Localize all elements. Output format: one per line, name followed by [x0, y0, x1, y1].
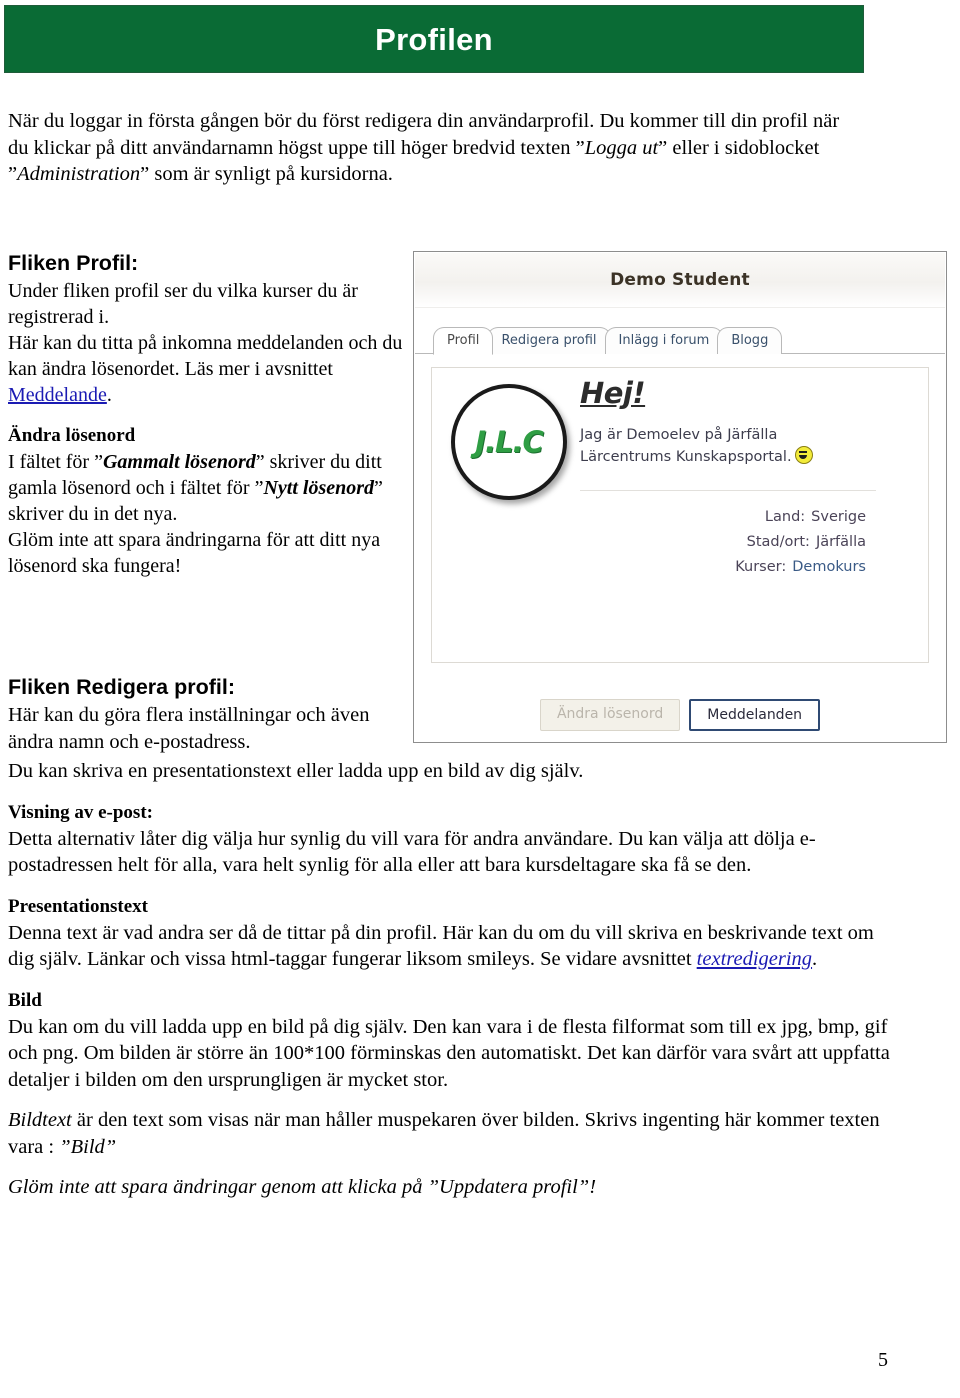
paragraph-visning: Detta alternativ låter dig välja hur syn…	[8, 827, 816, 877]
paragraph-profil-2-end: .	[106, 384, 112, 406]
link-textredigering[interactable]: textredigering	[697, 948, 812, 970]
pw-italic-gammalt: Gammalt lösenord	[102, 451, 256, 473]
profile-card-body: Hej! Jag är Demoelev på Järfälla Lärcent…	[580, 376, 912, 580]
pw-text-a: I fältet för ”	[8, 451, 103, 473]
field-row-land: Land: Sverige	[580, 505, 866, 530]
heading-bild: Bild	[8, 989, 42, 1011]
left-column: Fliken Profil: Under fliken profil ser d…	[8, 248, 406, 579]
paragraph-bildtext: Bildtext är den text som visas när man h…	[8, 1107, 898, 1160]
profile-fields: Land: Sverige Stad/ort: Järfälla Kurser:…	[580, 505, 866, 580]
profile-username: Demo Student	[610, 270, 750, 290]
profile-tab-strip: Profil Redigera profil Inlägg i forum Bl…	[415, 321, 945, 355]
tab-profil[interactable]: Profil	[433, 327, 494, 355]
tab-inlagg-i-forum[interactable]: Inlägg i forum	[604, 327, 724, 354]
andra-losenord-button[interactable]: Ändra lösenord	[539, 699, 681, 731]
tab-blogg[interactable]: Blogg	[717, 327, 783, 354]
intro-paragraph: När du loggar in första gången bör du fö…	[8, 110, 840, 185]
profile-bio: Jag är Demoelev på Järfälla Lärcentrums …	[580, 424, 848, 468]
intro-italic-administration: Administration	[17, 163, 141, 185]
screenshot-header: Demo Student	[415, 253, 945, 308]
field-label-land: Land:	[764, 509, 806, 525]
heading-andra-losenord: Ändra lösenord	[8, 425, 136, 446]
profile-bio-line-1: Jag är Demoelev på Järfälla	[580, 427, 778, 443]
avatar: J.L.C	[449, 382, 567, 500]
paragraph-footer-note: Glöm inte att spara ändringar genom att …	[8, 1176, 597, 1198]
avatar-circle: J.L.C	[451, 384, 567, 500]
field-value-land: Sverige	[811, 509, 866, 525]
paragraph-presentationstext: Denna text är vad andra ser då de tittar…	[8, 920, 898, 973]
paragraph-redigera-2: Du kan skriva en presentationstext eller…	[8, 760, 584, 782]
paragraph-redigera-1: Här kan du göra flera inställningar och …	[8, 704, 370, 753]
pw-italic-nytt: Nytt lösenord	[263, 477, 375, 499]
profile-bio-line-2: Lärcentrums Kunskapsportal.	[580, 449, 792, 465]
screenshot-inner: Demo Student Profil Redigera profil Inlä…	[415, 253, 945, 741]
page-number: 5	[878, 1349, 888, 1371]
avatar-logo-text: J.L.C	[475, 425, 544, 459]
bildtext-italic: Bildtext	[8, 1109, 72, 1131]
intro-block: När du loggar in första gången bör du fö…	[8, 108, 952, 188]
intro-italic-logga-ut: Logga ut	[584, 136, 659, 159]
heading-fliken-profil: Fliken Profil:	[8, 251, 139, 275]
link-meddelande[interactable]: Meddelande	[8, 384, 107, 406]
field-value-kurser-link[interactable]: Demokurs	[792, 555, 866, 580]
lower-full-width-block: Du kan skriva en presentationstext eller…	[8, 758, 898, 1201]
field-value-stad-ort: Järfälla	[815, 534, 866, 550]
profile-button-row: Ändra lösenord Meddelanden	[415, 699, 945, 731]
heading-visning-av-epost: Visning av e-post:	[8, 801, 153, 823]
page-title-banner: Profilen	[4, 5, 864, 73]
paragraph-andra-losenord-2: Glöm inte att spara ändringarna för att …	[8, 529, 381, 577]
moodle-profile-screenshot: Demo Student Profil Redigera profil Inlä…	[413, 251, 947, 743]
field-label-stad-ort: Stad/ort:	[746, 534, 810, 550]
bildtext-text: är den text som visas när man håller mus…	[8, 1109, 880, 1158]
field-row-stad-ort: Stad/ort: Järfälla	[580, 530, 866, 555]
field-label-kurser: Kurser:	[735, 559, 787, 575]
tab-redigera-profil[interactable]: Redigera profil	[487, 327, 611, 354]
presentationstext-text-b: .	[812, 948, 818, 970]
profile-divider	[580, 490, 876, 491]
heading-fliken-redigera-profil: Fliken Redigera profil:	[8, 675, 235, 699]
heading-presentationstext: Presentationstext	[8, 895, 149, 917]
paragraph-profil-1: Under fliken profil ser du vilka kurser …	[8, 280, 358, 328]
paragraph-bild-1: Du kan om du vill ladda upp en bild på d…	[8, 1015, 890, 1091]
lower-left-block: Fliken Redigera profil: Här kan du göra …	[8, 672, 406, 755]
profile-card: J.L.C Hej! Jag är Demoelev på Järfälla L…	[431, 367, 929, 663]
field-row-kurser: Kurser: Demokurs	[580, 555, 866, 580]
smiley-icon	[794, 446, 813, 464]
paragraph-profil-2-text: Här kan du titta på inkomna meddelanden …	[8, 332, 403, 380]
meddelanden-button[interactable]: Meddelanden	[689, 699, 821, 731]
paragraph-andra-losenord-1: I fältet för ”Gammalt lösenord” skriver …	[8, 449, 406, 527]
paragraph-profil-2: Här kan du titta på inkomna meddelanden …	[8, 330, 406, 408]
page-title: Profilen	[375, 21, 493, 57]
bildtext-quote: ”Bild”	[59, 1135, 117, 1158]
profile-greeting: Hej!	[580, 376, 646, 410]
